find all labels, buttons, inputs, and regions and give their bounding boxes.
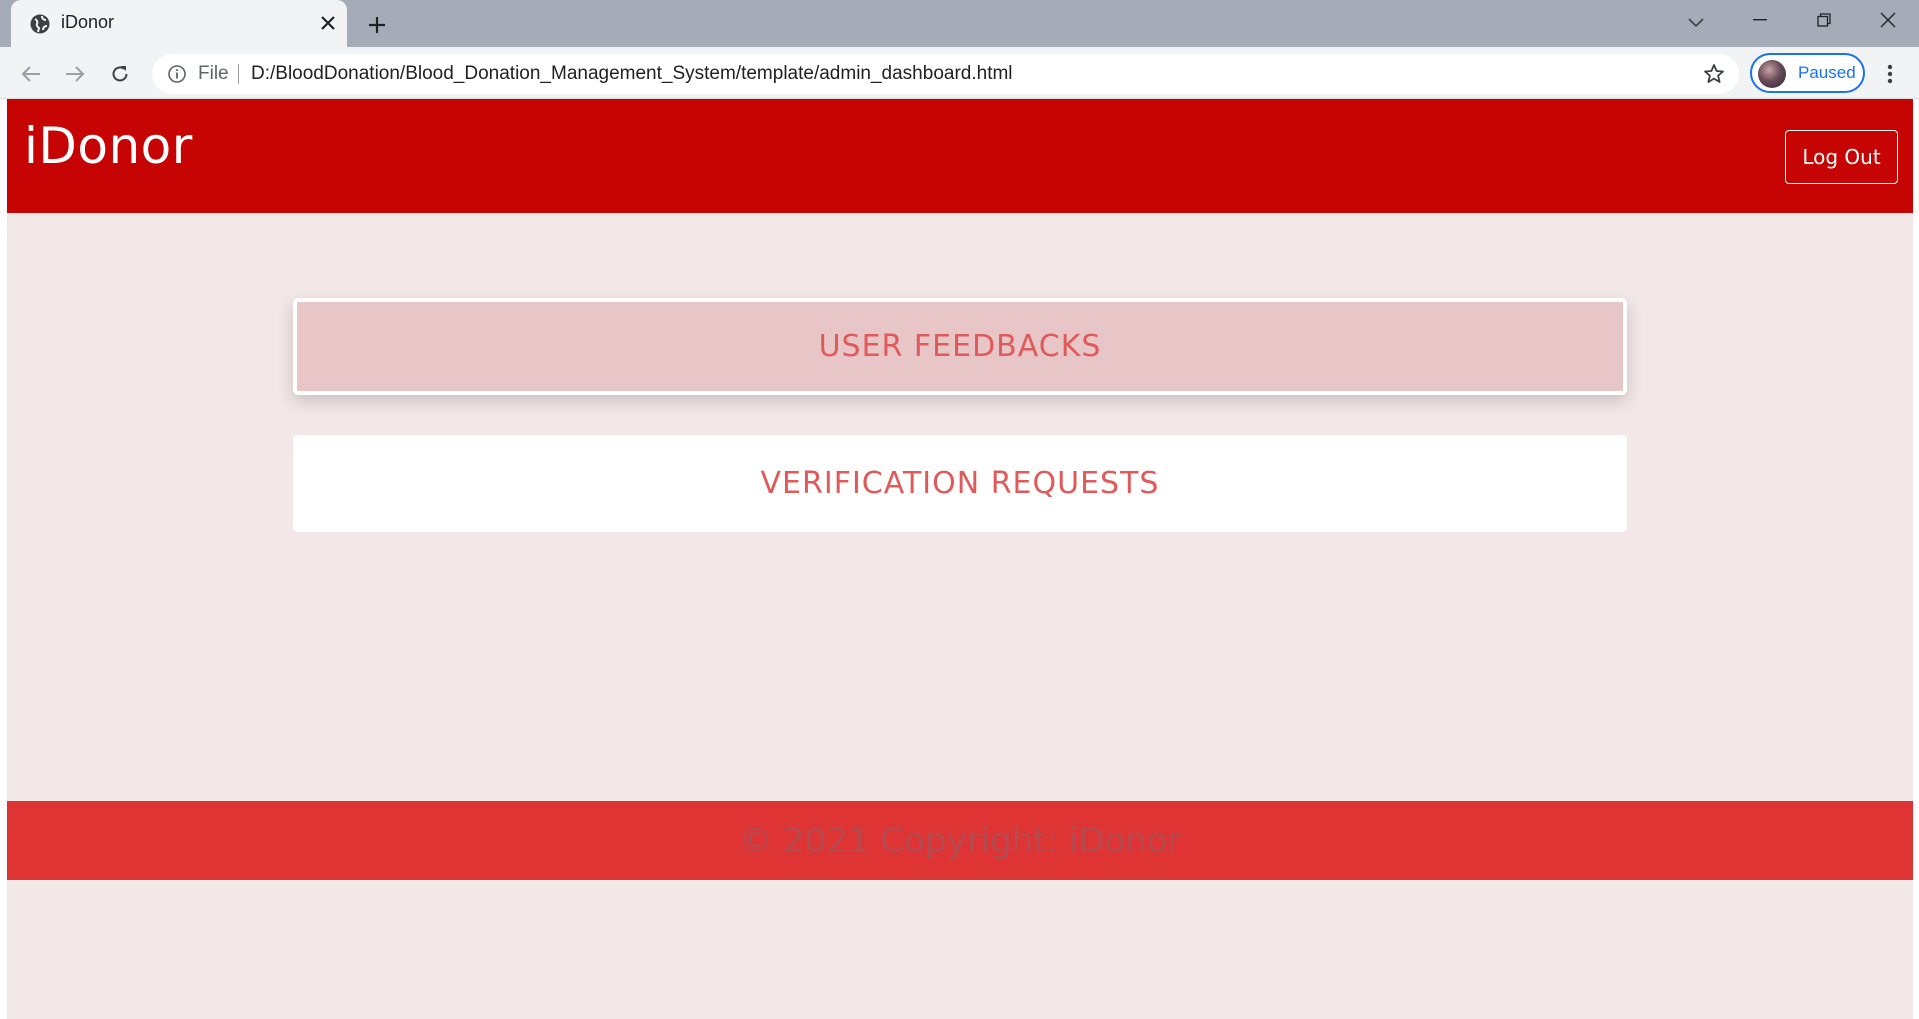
close-tab-icon[interactable]	[315, 10, 341, 36]
profile-button[interactable]: Paused	[1750, 53, 1865, 93]
tab-title: iDonor	[61, 12, 115, 32]
site-header: iDonor Log Out	[7, 99, 1913, 213]
browser-toolbar: File D:/BloodDonation/Blood_Donation_Man…	[0, 47, 1919, 99]
restore-icon[interactable]	[1792, 0, 1856, 40]
profile-status-label: Paused	[1798, 63, 1856, 82]
brand-logo[interactable]: iDonor	[24, 117, 193, 175]
copyright-text: © 2021 Copyright: iDonor	[738, 820, 1182, 861]
new-tab-icon[interactable]	[362, 10, 392, 40]
globe-icon	[29, 13, 51, 35]
chevron-down-icon[interactable]	[1680, 8, 1712, 38]
page-viewport: iDonor Log Out USER FEEDBACKS VERIFICATI…	[7, 99, 1913, 1019]
site-footer: © 2021 Copyright: iDonor	[7, 801, 1913, 880]
bookmark-star-icon[interactable]	[1702, 62, 1726, 86]
browser-tab[interactable]: iDonor	[11, 0, 347, 47]
minimize-icon[interactable]	[1728, 0, 1792, 40]
logout-button[interactable]: Log Out	[1785, 130, 1898, 184]
scheme-divider	[238, 64, 239, 84]
url-text[interactable]: D:/BloodDonation/Blood_Donation_Manageme…	[251, 63, 1013, 85]
address-bar[interactable]: File D:/BloodDonation/Blood_Donation_Man…	[152, 54, 1739, 94]
scheme-label: File	[198, 63, 229, 84]
browser-tab-strip: iDonor	[0, 0, 1919, 47]
more-menu-icon[interactable]	[1876, 60, 1904, 88]
verification-requests-card[interactable]: VERIFICATION REQUESTS	[293, 435, 1627, 532]
reload-icon[interactable]	[103, 57, 137, 91]
user-feedbacks-card[interactable]: USER FEEDBACKS	[293, 298, 1627, 395]
avatar	[1758, 60, 1786, 88]
info-icon[interactable]	[167, 64, 187, 84]
window-close-icon[interactable]	[1856, 0, 1919, 40]
back-arrow-icon[interactable]	[14, 57, 48, 91]
forward-arrow-icon[interactable]	[58, 57, 92, 91]
